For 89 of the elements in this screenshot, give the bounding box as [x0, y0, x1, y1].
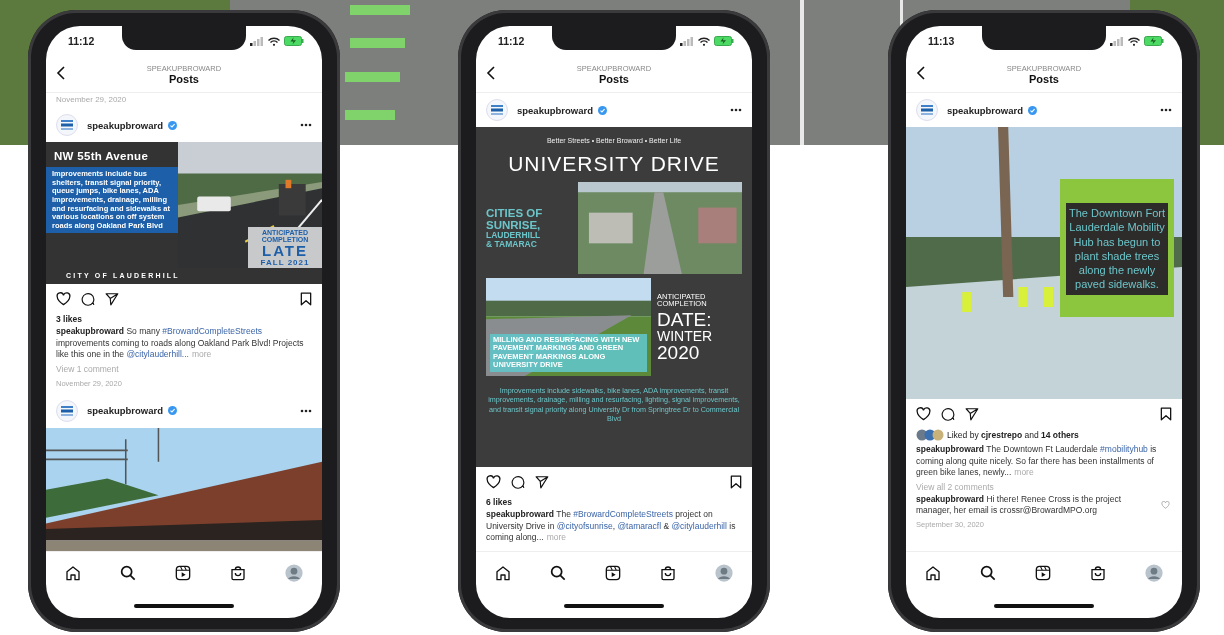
battery-icon: [284, 36, 304, 46]
more-options-icon[interactable]: [300, 408, 312, 413]
comment-text: speakupbroward Hi there! Renee Cross is the project manager, her email is crossr@BrowardMPO.org: [915, 493, 1123, 517]
header-title: Posts: [1029, 72, 1059, 85]
send-icon[interactable]: [105, 292, 119, 306]
signal-icon: [680, 36, 694, 46]
completion-date: DATE:: [657, 309, 713, 329]
post-date: November 29, 2020: [55, 94, 128, 106]
profile-avatar-icon[interactable]: [284, 564, 303, 582]
graphic-city-line: SUNRISE,: [486, 219, 542, 232]
header-title: Posts: [599, 72, 629, 85]
liked-by-text[interactable]: Liked by cjrestrepo and 14 others: [947, 430, 1079, 440]
heart-icon[interactable]: [56, 292, 71, 306]
wifi-icon: [1128, 36, 1140, 46]
profile-avatar-icon[interactable]: [714, 564, 733, 582]
post-caption: speakupbroward So many #BrowardCompleteStreets improvements coming to roads along Oakland Park Blvd! Projects like this one in the @citylauderhill... more: [55, 326, 305, 361]
badge-subtitle: FALL 2021: [260, 258, 310, 267]
shop-icon[interactable]: [1089, 565, 1106, 581]
likes-count[interactable]: 3 likes: [46, 314, 322, 326]
search-icon[interactable]: [120, 565, 137, 581]
account-logo-icon[interactable]: [56, 399, 78, 422]
heart-icon[interactable]: [486, 475, 501, 489]
reels-icon[interactable]: [175, 565, 191, 581]
account-logo-icon[interactable]: [916, 99, 938, 121]
signal-icon: [1110, 36, 1124, 46]
username-link[interactable]: speakupbroward: [916, 444, 985, 454]
battery-icon: [714, 36, 734, 46]
search-icon[interactable]: [980, 565, 997, 581]
badge-value: LATE: [261, 243, 309, 258]
liker-avatars-icon: [916, 429, 944, 441]
caption-link[interactable]: #mobilityhub: [1100, 444, 1148, 454]
more-options-icon[interactable]: [1160, 108, 1172, 112]
caption-link[interactable]: @cityofsunrise: [556, 520, 613, 531]
graphic-title: NW 55th Avenue: [53, 150, 150, 164]
reels-icon[interactable]: [605, 565, 621, 581]
post-username[interactable]: speakupbroward: [517, 104, 594, 116]
caption-link[interactable]: @citylauderhill...: [126, 349, 189, 359]
completion-date: WINTER: [657, 328, 714, 343]
status-time: 11:13: [928, 35, 955, 47]
username-link[interactable]: speakupbroward: [486, 509, 555, 519]
bookmark-icon[interactable]: [1160, 407, 1172, 421]
completion-date: 2020: [657, 342, 701, 362]
status-time: 11:12: [498, 35, 525, 47]
search-icon[interactable]: [550, 565, 567, 581]
post-username[interactable]: speakupbroward: [87, 405, 164, 416]
likes-count[interactable]: 6 likes: [476, 497, 752, 509]
post-username[interactable]: speakupbroward: [947, 104, 1024, 116]
profile-avatar-icon[interactable]: [1144, 564, 1163, 582]
caption-link[interactable]: @tamaracfl: [617, 520, 662, 531]
back-icon[interactable]: [916, 66, 926, 80]
bookmark-icon[interactable]: [730, 475, 742, 489]
graphic-city-line: CITIES OF: [486, 207, 544, 220]
graphic-city-line: LAUDERHILL: [486, 231, 542, 241]
username-link[interactable]: speakupbroward: [56, 326, 125, 336]
post-username[interactable]: speakupbroward: [87, 119, 164, 131]
caption-link[interactable]: @citylauderhill: [671, 520, 727, 531]
account-logo-icon[interactable]: [56, 114, 78, 136]
caption-link[interactable]: #BrowardCompleteStreets: [162, 326, 262, 336]
more-options-icon[interactable]: [730, 108, 742, 112]
account-logo-icon[interactable]: [486, 99, 508, 121]
comment-icon[interactable]: [941, 407, 955, 421]
back-icon[interactable]: [486, 66, 496, 80]
home-icon[interactable]: [925, 565, 942, 581]
header-title: Posts: [169, 72, 199, 85]
comment-icon[interactable]: [511, 475, 525, 489]
bookmark-icon[interactable]: [300, 292, 312, 306]
shop-icon[interactable]: [229, 565, 246, 581]
graphic-text: The Downtown Fort Lauderdale Mobility Hub has begun to plant shade trees along the newly paved sidewalks.: [1066, 203, 1168, 295]
comment-icon[interactable]: [81, 292, 95, 306]
signal-icon: [250, 36, 264, 46]
home-icon[interactable]: [495, 565, 512, 581]
battery-icon: [1144, 36, 1164, 46]
heart-icon[interactable]: [916, 407, 931, 421]
post-caption: speakupbroward The Downtown Ft Lauderdale #mobilityhub is coming along quite nicely. So far there has been installments of green bike lanes, newly... more: [915, 444, 1158, 479]
more-options-icon[interactable]: [300, 123, 312, 127]
graphic-title: UNIVERSITY DRIVE: [507, 152, 721, 176]
send-icon[interactable]: [535, 475, 549, 489]
wifi-icon: [268, 36, 280, 46]
username-link[interactable]: speakupbroward: [916, 493, 985, 504]
reels-icon[interactable]: [1035, 565, 1051, 581]
back-icon[interactable]: [56, 66, 66, 80]
graphic-city-line: & TAMARAC: [486, 240, 538, 249]
post-caption: speakupbroward The #BrowardCompleteStreets project on University Drive in @cityofsunrise, @tamaracfl & @citylauderhill is coming along... more: [485, 509, 737, 544]
shop-icon[interactable]: [659, 565, 676, 581]
wifi-icon: [698, 36, 710, 46]
caption-link[interactable]: #BrowardCompleteStreets: [573, 509, 673, 519]
status-time: 11:12: [68, 35, 95, 47]
send-icon[interactable]: [965, 407, 979, 421]
home-icon[interactable]: [65, 565, 82, 581]
